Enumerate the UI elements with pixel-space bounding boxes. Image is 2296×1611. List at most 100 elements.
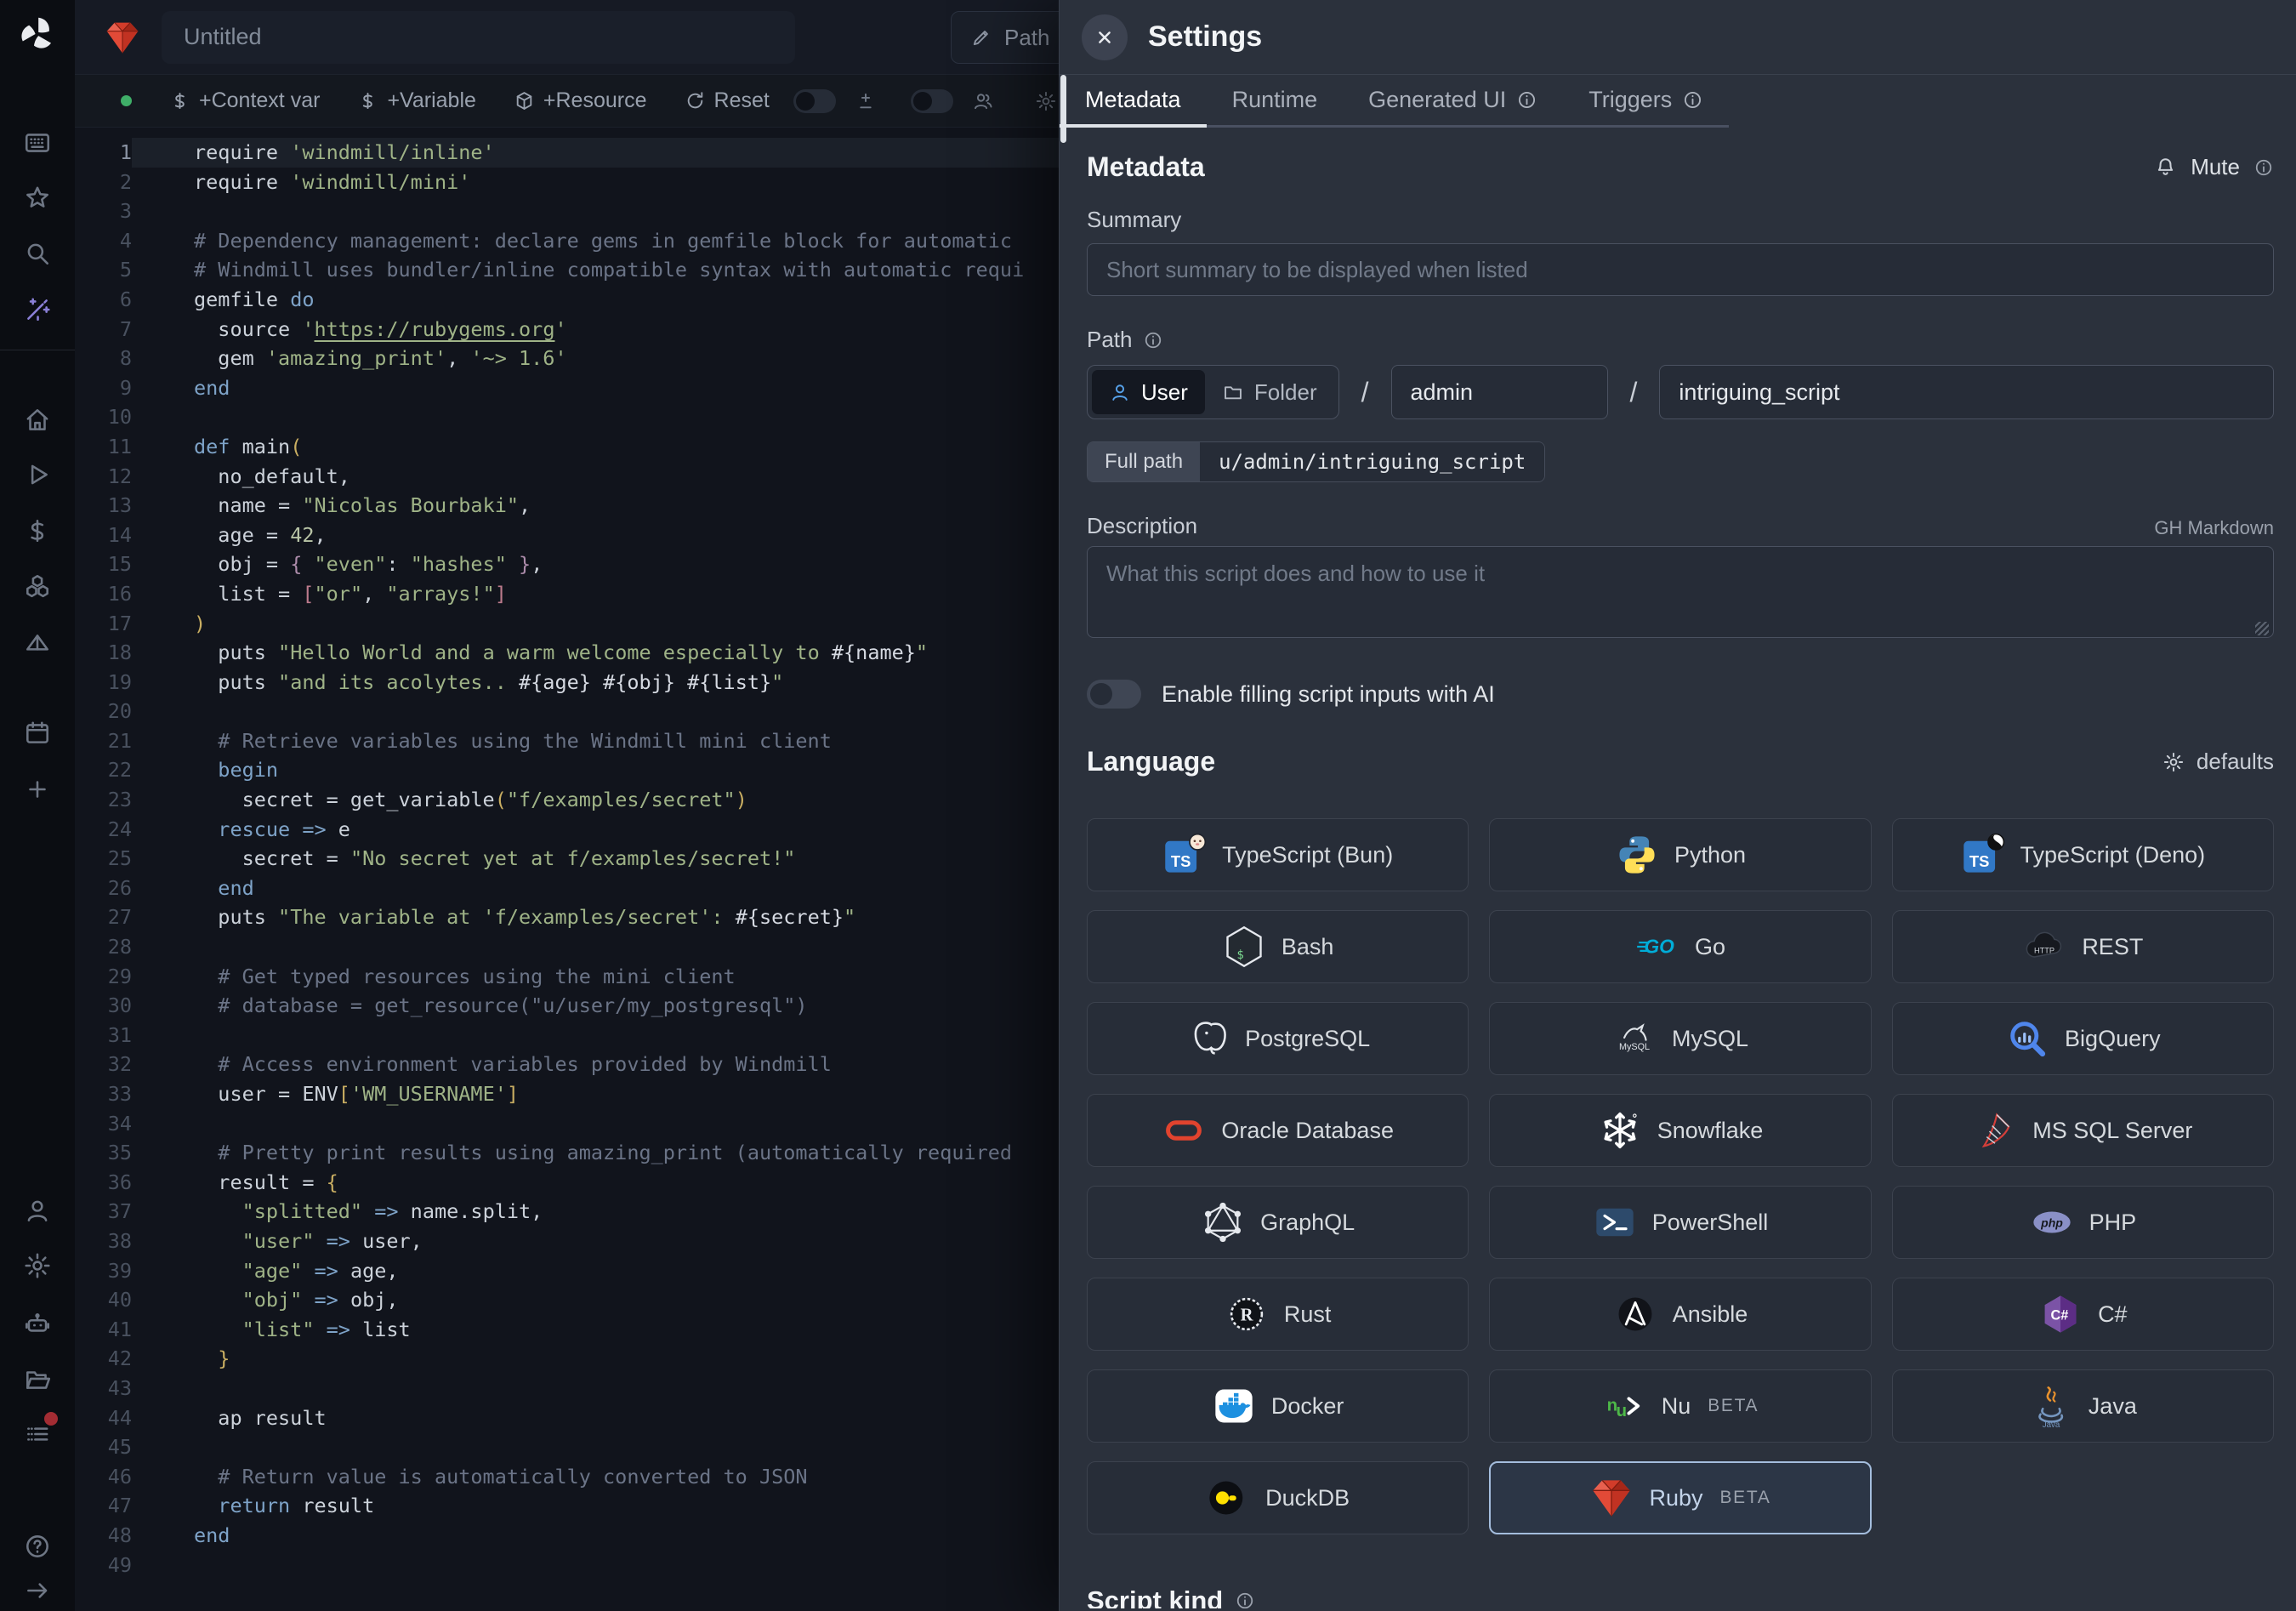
language-option-mysql[interactable]: MySQLMySQL xyxy=(1489,1002,1871,1075)
close-icon[interactable] xyxy=(1082,14,1128,60)
line-number: 7 xyxy=(75,315,132,344)
language-option-snowflake[interactable]: Snowflake xyxy=(1489,1094,1871,1167)
language-option-typescript-bun-[interactable]: TSTypeScript (Bun) xyxy=(1087,818,1469,891)
sidebar-search-icon[interactable] xyxy=(23,239,52,268)
gh-markdown-hint: GH Markdown xyxy=(2154,517,2274,539)
sidebar-app-window-icon[interactable] xyxy=(23,128,52,157)
editor-settings-gear-icon[interactable] xyxy=(1035,90,1057,112)
language-option-typescript-deno-[interactable]: TSTypeScript (Deno) xyxy=(1892,818,2274,891)
sidebar-gear-icon[interactable] xyxy=(23,1251,52,1280)
mute-label[interactable]: Mute xyxy=(2191,154,2240,180)
sidebar-magic-wand-icon[interactable] xyxy=(23,295,52,324)
line-number: 4 xyxy=(75,226,132,256)
language-label: Ruby xyxy=(1649,1485,1702,1511)
sidebar-folder-open-icon[interactable] xyxy=(23,1365,52,1394)
sidebar-help-icon[interactable] xyxy=(23,1532,52,1561)
sidebar-pyramid-icon[interactable] xyxy=(23,629,52,658)
language-option-graphql[interactable]: GraphQL xyxy=(1087,1186,1469,1259)
line-number: 15 xyxy=(75,549,132,579)
contextvar-button[interactable]: +Context var xyxy=(169,88,320,113)
svg-text:php: php xyxy=(2040,1215,2063,1229)
sidebar-calendar-icon[interactable] xyxy=(23,719,52,748)
mute-info-icon[interactable] xyxy=(2253,157,2274,178)
sidebar-arrow-right-icon[interactable] xyxy=(23,1576,52,1605)
collab-toggle[interactable] xyxy=(911,89,953,113)
line-number: 12 xyxy=(75,462,132,492)
language-option-ansible[interactable]: Ansible xyxy=(1489,1278,1871,1351)
script-title-input[interactable]: Untitled xyxy=(162,11,795,64)
sidebar-plus-icon[interactable] xyxy=(23,775,52,804)
description-textarea[interactable] xyxy=(1087,546,2274,638)
sidebar-cubes-icon[interactable] xyxy=(23,572,52,601)
ai-fill-toggle[interactable] xyxy=(1087,680,1141,709)
language-label: Rust xyxy=(1284,1301,1332,1328)
snowflake-icon xyxy=(1598,1108,1642,1153)
path-info-icon[interactable] xyxy=(1143,330,1163,350)
owner-kind-folder[interactable]: Folder xyxy=(1205,370,1334,414)
language-option-go[interactable]: GOGo xyxy=(1489,910,1871,983)
language-option-php[interactable]: phpPHP xyxy=(1892,1186,2274,1259)
line-number: 40 xyxy=(75,1285,132,1315)
sidebar-user-icon[interactable] xyxy=(23,1196,52,1225)
plus-minus-icon[interactable] xyxy=(855,90,877,112)
script-kind-info-icon[interactable] xyxy=(1235,1591,1255,1608)
nu-icon: nu xyxy=(1602,1384,1646,1428)
resource-button[interactable]: +Resource xyxy=(514,88,647,113)
language-option-oracle-database[interactable]: Oracle Database xyxy=(1087,1094,1469,1167)
sidebar-dollar-icon[interactable] xyxy=(23,516,52,545)
language-option-rust[interactable]: RRust xyxy=(1087,1278,1469,1351)
owner-kind-user[interactable]: User xyxy=(1092,370,1205,414)
sidebar-home-icon[interactable] xyxy=(23,406,52,435)
sidebar-star-icon[interactable] xyxy=(23,184,52,213)
sidebar-play-icon[interactable] xyxy=(23,460,52,489)
language-option-c-[interactable]: C#C# xyxy=(1892,1278,2274,1351)
ruby-icon xyxy=(1589,1476,1634,1520)
language-option-ms-sql-server[interactable]: MS SQL Server xyxy=(1892,1094,2274,1167)
ruby-language-icon xyxy=(104,19,141,56)
docker-icon xyxy=(1212,1384,1256,1428)
language-option-rest[interactable]: HTTPREST xyxy=(1892,910,2274,983)
language-option-ruby[interactable]: RubyBETA xyxy=(1489,1461,1871,1534)
tab-generated-ui[interactable]: Generated UI xyxy=(1343,75,1563,125)
language-option-bash[interactable]: $Bash xyxy=(1087,910,1469,983)
line-number: 45 xyxy=(75,1432,132,1462)
tab-runtime[interactable]: Runtime xyxy=(1207,75,1344,125)
language-label: TypeScript (Bun) xyxy=(1222,842,1393,868)
language-option-postgresql[interactable]: PostgreSQL xyxy=(1087,1002,1469,1075)
language-option-bigquery[interactable]: BigQuery xyxy=(1892,1002,2274,1075)
full-path-label: Full path xyxy=(1088,442,1200,481)
language-option-java[interactable]: JavaJava xyxy=(1892,1369,2274,1443)
language-label: Snowflake xyxy=(1657,1118,1764,1144)
windmill-logo-icon[interactable] xyxy=(17,14,58,54)
diff-toggle[interactable] xyxy=(793,89,836,113)
path-name-input[interactable] xyxy=(1659,365,2274,419)
language-option-nu[interactable]: nuNuBETA xyxy=(1489,1369,1871,1443)
path-owner-input[interactable] xyxy=(1391,365,1608,419)
variable-button[interactable]: +Variable xyxy=(357,88,475,113)
line-number: 23 xyxy=(75,785,132,815)
tab-metadata[interactable]: Metadata xyxy=(1060,75,1207,125)
reset-button[interactable]: Reset xyxy=(685,88,770,113)
language-option-python[interactable]: Python xyxy=(1489,818,1871,891)
svg-text:TS: TS xyxy=(1969,852,1989,870)
language-option-duckdb[interactable]: DuckDB xyxy=(1087,1461,1469,1534)
line-number: 20 xyxy=(75,697,132,726)
path-separator: / xyxy=(1608,377,1660,408)
language-option-docker[interactable]: Docker xyxy=(1087,1369,1469,1443)
svg-text:$: $ xyxy=(1236,948,1243,962)
line-number: 42 xyxy=(75,1344,132,1374)
bell-icon[interactable] xyxy=(2154,156,2177,179)
oracle-icon xyxy=(1162,1108,1206,1153)
svg-text:u: u xyxy=(1616,1401,1627,1420)
language-label: PostgreSQL xyxy=(1245,1026,1370,1052)
language-option-powershell[interactable]: PowerShell xyxy=(1489,1186,1871,1259)
settings-header: Settings xyxy=(1060,0,2296,75)
users-icon[interactable] xyxy=(972,90,994,112)
sidebar-robot-icon[interactable] xyxy=(23,1310,52,1339)
language-defaults-button[interactable]: defaults xyxy=(2162,749,2274,775)
line-number: 13 xyxy=(75,491,132,521)
line-number: 25 xyxy=(75,844,132,874)
line-number: 32 xyxy=(75,1050,132,1079)
tab-triggers[interactable]: Triggers xyxy=(1563,75,1729,125)
summary-input[interactable] xyxy=(1087,243,2274,296)
